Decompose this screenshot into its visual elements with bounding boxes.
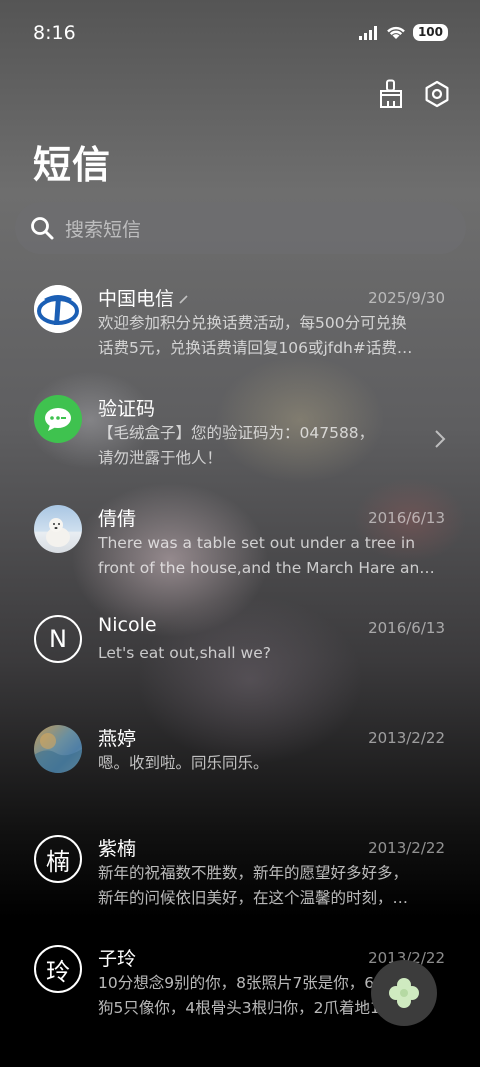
avatar [34, 505, 82, 553]
message-date: 2013/2/22 [368, 839, 445, 857]
status-bar: 8:16 100 [0, 0, 480, 68]
contact-name: 子玲 [98, 948, 137, 970]
status-time: 8:16 [33, 22, 76, 44]
conversation-item[interactable]: 倩倩 2016/6/13 There was a table set out u… [0, 495, 480, 605]
conversation-item[interactable]: 燕婷 2013/2/22 嗯。收到啦。同乐同乐。 [0, 715, 480, 825]
search-input[interactable]: 搜索短信 [65, 215, 141, 242]
clover-icon [389, 978, 419, 1008]
chevron-right-icon[interactable] [434, 429, 446, 449]
broom-icon [380, 79, 402, 108]
status-icons: 100 [358, 24, 448, 41]
polar-bear-photo-icon [46, 518, 70, 547]
settings-icon [425, 80, 449, 108]
conversation-item[interactable]: 中国电信 2025/9/30 欢迎参加积分兑换话费活动，每500分可兑换 话费5… [0, 275, 480, 385]
contact-name: 倩倩 [98, 508, 137, 530]
compose-button[interactable] [371, 960, 437, 1026]
clean-button[interactable] [376, 78, 406, 110]
page-title: 短信 [33, 143, 112, 187]
message-date: 2016/6/13 [368, 619, 445, 637]
contact-name: 验证码 [98, 398, 156, 420]
conversation-item[interactable]: 楠 紫楠 2013/2/22 新年的祝福数不胜数，新年的愿望好多好多， 新年的问… [0, 825, 480, 935]
conversation-item[interactable]: 验证码 【毛绒盒子】您的验证码为：047588， 请勿泄露于他人！ [0, 385, 480, 495]
avatar: 楠 [34, 835, 82, 883]
contact-name: 燕婷 [98, 728, 137, 750]
message-preview: Let's eat out,shall we? [98, 644, 271, 662]
message-preview: 欢迎参加积分兑换话费活动，每500分可兑换 话费5元，兑换话费请回复106或jf… [98, 314, 413, 357]
message-date: 2013/2/22 [368, 729, 445, 747]
china-telecom-logo-icon [34, 285, 82, 333]
message-preview: 【毛绒盒子】您的验证码为：047588， 请勿泄露于他人！ [98, 424, 375, 467]
search-bar[interactable]: 搜索短信 [15, 202, 466, 254]
message-date: 2016/6/13 [368, 509, 445, 527]
signal-icon [358, 25, 377, 40]
message-date: 2025/9/30 [368, 289, 445, 307]
message-preview: 嗯。收到啦。同乐同乐。 [98, 754, 269, 772]
pencil-icon [178, 288, 190, 310]
search-icon [31, 217, 54, 240]
conversation-item[interactable]: N Nicole 2016/6/13 Let's eat out,shall w… [0, 605, 480, 715]
conversation-list: 中国电信 2025/9/30 欢迎参加积分兑换话费活动，每500分可兑换 话费5… [0, 275, 480, 1045]
message-bubble-icon [45, 408, 71, 431]
avatar: 玲 [34, 945, 82, 993]
message-preview: There was a table set out under a tree i… [98, 534, 435, 577]
avatar: N [34, 615, 82, 663]
avatar [34, 725, 82, 773]
contact-name: Nicole [98, 614, 157, 636]
contact-name: 中国电信 [98, 284, 190, 311]
wifi-icon [387, 26, 405, 39]
battery-indicator: 100 [412, 24, 448, 41]
avatar [34, 285, 82, 333]
avatar [34, 395, 82, 443]
contact-name: 紫楠 [98, 838, 137, 860]
message-preview: 新年的祝福数不胜数，新年的愿望好多好多， 新年的问候依旧美好，在这个温馨的时刻，… [98, 864, 409, 907]
settings-button[interactable] [422, 78, 452, 110]
landscape-photo-icon [34, 733, 82, 773]
top-actions [376, 78, 452, 110]
